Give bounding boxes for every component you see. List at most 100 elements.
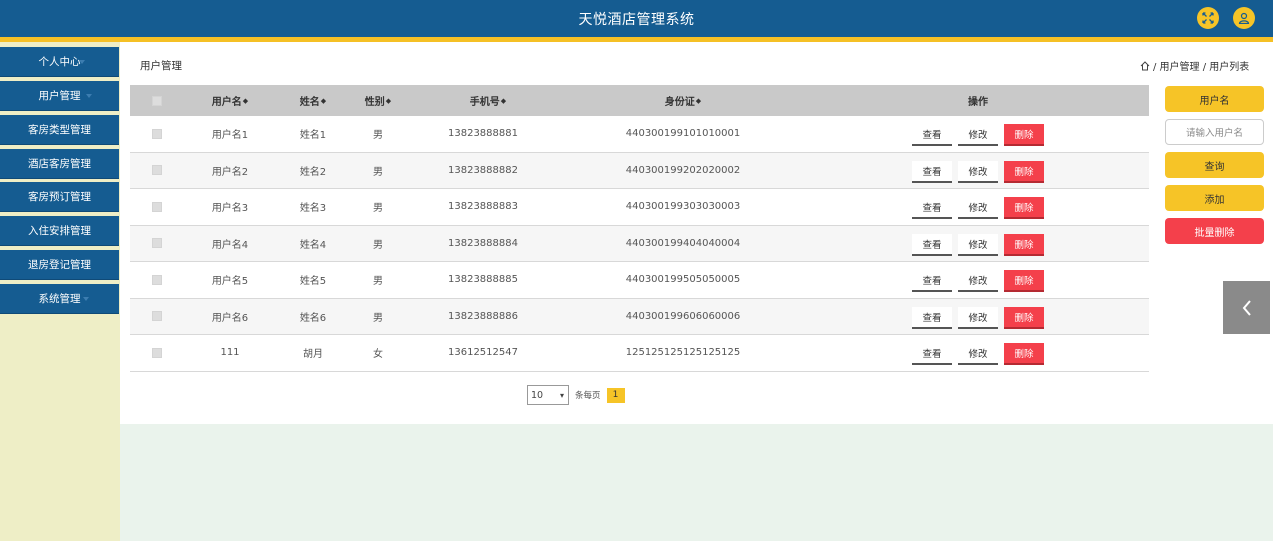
col-username[interactable]: 用户名 ◆	[200, 85, 260, 116]
cell-idcard: 440300199303030003	[625, 201, 741, 213]
table-row: 用户名2 姓名2 男 13823888882 440300199202020002 查看修…	[130, 152, 1149, 189]
cell-gender: 女	[373, 349, 383, 361]
sidebar-item-checkout[interactable]: 退房登记管理	[0, 250, 119, 280]
cell-phone: 13823888882	[448, 164, 518, 176]
chevron-down-icon	[79, 60, 85, 64]
page-button-current[interactable]: 1	[606, 387, 625, 403]
sort-icon: ◆	[242, 96, 249, 105]
cell-username: 用户名2	[211, 166, 249, 178]
table-row: 用户名6 姓名6 男 13823888886 440300199606060006 查看修…	[130, 298, 1149, 335]
view-button[interactable]: 查看	[912, 124, 952, 146]
cell-phone: 13823888885	[448, 274, 518, 286]
row-checkbox[interactable]	[150, 153, 164, 189]
view-button[interactable]: 查看	[912, 160, 952, 183]
sidebar-item-bookings[interactable]: 客房预订管理	[0, 182, 119, 212]
delete-button[interactable]: 删除	[1004, 343, 1044, 365]
fullscreen-button[interactable]	[1197, 7, 1219, 29]
delete-button[interactable]: 删除	[1004, 124, 1044, 146]
edit-button[interactable]: 修改	[958, 124, 998, 146]
delete-button[interactable]: 删除	[1004, 306, 1044, 329]
top-header: 天悦酒店管理系统	[0, 0, 1273, 37]
col-gender[interactable]: 性别 ◆	[358, 85, 398, 116]
view-button[interactable]: 查看	[912, 233, 952, 256]
sidebar-item-profile[interactable]: 个人中心	[0, 47, 119, 77]
sort-icon: ◆	[500, 96, 507, 105]
main-background	[120, 424, 1273, 541]
view-button[interactable]: 查看	[912, 343, 952, 365]
edit-button[interactable]: 修改	[958, 197, 998, 219]
batch-delete-button[interactable]: 批量删除	[1165, 218, 1264, 244]
sort-icon: ◆	[695, 96, 702, 105]
sort-icon: ◆	[385, 96, 392, 105]
breadcrumb: / 用户管理 / 用户列表	[1140, 58, 1249, 73]
table-row: 用户名1 姓名1 男 13823888881 440300199101010001 查看修…	[130, 116, 1149, 153]
view-button[interactable]: 查看	[912, 306, 952, 329]
edit-button[interactable]: 修改	[958, 306, 998, 329]
row-checkbox[interactable]	[150, 189, 164, 225]
username-search-input[interactable]: 请输入用户名	[1165, 119, 1264, 145]
cell-username: 用户名6	[211, 312, 249, 324]
view-button[interactable]: 查看	[912, 197, 952, 219]
cell-username: 111	[220, 347, 240, 359]
view-button[interactable]: 查看	[912, 270, 952, 292]
chevron-down-icon: ▾	[559, 390, 564, 400]
select-all-checkbox[interactable]	[150, 85, 164, 116]
row-checkbox[interactable]	[150, 116, 164, 152]
collapse-panel-button[interactable]	[1223, 281, 1270, 334]
user-menu-button[interactable]	[1233, 7, 1255, 29]
home-icon[interactable]	[1140, 60, 1150, 71]
sidebar-item-label: 入住安排管理	[28, 225, 91, 237]
cell-name: 姓名3	[299, 203, 327, 215]
cell-name: 胡月	[303, 349, 323, 361]
delete-button[interactable]: 删除	[1004, 233, 1044, 256]
user-icon	[1238, 12, 1250, 24]
cell-gender: 男	[373, 312, 383, 324]
search-button[interactable]: 查询	[1165, 152, 1264, 178]
cell-gender: 男	[373, 166, 383, 178]
edit-button[interactable]: 修改	[958, 270, 998, 292]
page-title: 用户管理	[140, 60, 182, 72]
cell-gender: 男	[373, 239, 383, 251]
add-button[interactable]: 添加	[1165, 185, 1264, 211]
row-checkbox[interactable]	[150, 335, 164, 371]
cell-name: 姓名6	[299, 312, 327, 324]
row-checkbox[interactable]	[150, 226, 164, 262]
table-row: 用户名5 姓名5 男 13823888885 440300199505050005 查看修…	[130, 262, 1149, 299]
expand-icon	[1202, 12, 1214, 24]
cell-idcard: 440300199202020002	[625, 164, 741, 176]
row-checkbox[interactable]	[150, 299, 164, 335]
pagination: 10 ▾ 条每页 1	[527, 385, 625, 405]
col-idcard[interactable]: 身份证 ◆	[628, 85, 738, 116]
sidebar-item-rooms[interactable]: 酒店客房管理	[0, 149, 119, 179]
chevron-down-icon	[86, 94, 92, 98]
table-header: 用户名 ◆ 姓名 ◆ 性别 ◆ 手机号 ◆ 身份证 ◆ 操作	[130, 85, 1149, 116]
username-label: 用户名	[1165, 86, 1264, 112]
cell-username: 用户名1	[211, 130, 249, 142]
sidebar-item-room-types[interactable]: 客房类型管理	[0, 115, 119, 145]
edit-button[interactable]: 修改	[958, 233, 998, 256]
row-checkbox[interactable]	[150, 262, 164, 298]
sidebar-item-checkin[interactable]: 入住安排管理	[0, 216, 119, 246]
col-phone[interactable]: 手机号 ◆	[448, 85, 528, 116]
edit-button[interactable]: 修改	[958, 343, 998, 365]
table-row: 用户名3 姓名3 男 13823888883 440300199303030003 查看修…	[130, 189, 1149, 226]
cell-idcard: 440300199606060006	[625, 310, 741, 322]
sort-icon: ◆	[320, 96, 327, 105]
page-size-select[interactable]: 10 ▾	[527, 385, 569, 405]
sidebar-item-system[interactable]: 系统管理	[0, 284, 119, 314]
cell-phone: 13823888884	[448, 237, 518, 249]
cell-name: 姓名2	[299, 166, 327, 178]
sidebar-item-label: 客房预订管理	[28, 191, 91, 203]
chevron-left-icon	[1242, 299, 1251, 316]
delete-button[interactable]: 删除	[1004, 270, 1044, 292]
edit-button[interactable]: 修改	[958, 160, 998, 183]
col-name[interactable]: 姓名 ◆	[293, 85, 333, 116]
chevron-down-icon	[83, 297, 89, 301]
sidebar-item-label: 个人中心	[38, 56, 81, 68]
delete-button[interactable]: 删除	[1004, 160, 1044, 183]
sidebar-item-label: 退房登记管理	[28, 259, 91, 271]
sidebar-item-users[interactable]: 用户管理	[0, 81, 119, 111]
col-operations: 操作	[968, 97, 988, 108]
delete-button[interactable]: 删除	[1004, 197, 1044, 219]
table-row: 111 胡月 女 13612512547 125125125125125125 查看 修改删…	[130, 335, 1149, 372]
